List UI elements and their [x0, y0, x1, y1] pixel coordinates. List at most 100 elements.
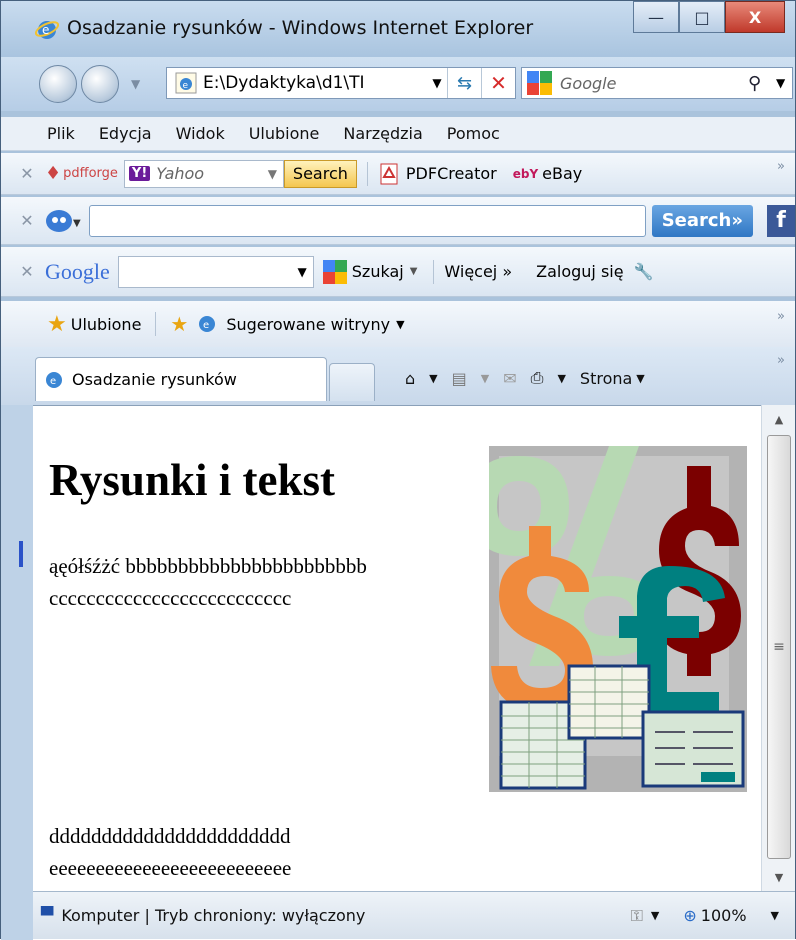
menu-narzedzia[interactable]: Narzędzia	[343, 124, 422, 143]
yahoo-dropdown-icon[interactable]: ▼	[268, 167, 277, 181]
address-text[interactable]: E:\Dydaktyka\d1\TI	[203, 73, 427, 93]
close-button[interactable]: X	[725, 1, 785, 33]
ie-page-icon: e	[199, 316, 216, 332]
address-bar[interactable]: e E:\Dydaktyka\d1\TI ▼ ⇆ ✕	[166, 67, 516, 99]
search-dropdown-icon[interactable]: ▼	[776, 76, 792, 90]
yahoo-logo-icon: Y!	[128, 166, 151, 181]
svg-text:▼: ▼	[73, 218, 81, 229]
menu-widok[interactable]: Widok	[176, 124, 225, 143]
search-placeholder[interactable]: Google	[560, 74, 748, 93]
rss-icon[interactable]: ▤	[452, 369, 467, 388]
add-favorite-icon[interactable]: ★	[170, 312, 188, 336]
window-title: Osadzanie rysunków - Windows Internet Ex…	[67, 17, 534, 39]
search-box[interactable]: Google ⚲ ▼	[521, 67, 793, 99]
more-chevron-icon[interactable]: »	[777, 353, 785, 368]
minimize-button[interactable]: —	[633, 1, 679, 33]
pdfcreator-icon	[380, 163, 398, 184]
vertical-scrollbar[interactable]: ▲ ≡ ▼	[761, 405, 795, 891]
print-dropdown-icon[interactable]: ▼	[557, 372, 565, 385]
window-edge-marker	[19, 541, 23, 567]
sugerowane-dropdown-icon[interactable]: ▼	[396, 318, 404, 331]
divider	[433, 259, 435, 284]
security-dropdown-icon[interactable]: ▼	[651, 909, 659, 922]
tab-label: Osadzanie rysunków	[72, 370, 237, 389]
refresh-icon[interactable]: ⇆	[447, 68, 481, 98]
window-left-frame	[1, 405, 33, 940]
zone-status-text: Komputer | Tryb chroniony: wyłączony	[61, 906, 366, 925]
security-icon[interactable]: ⚿	[631, 906, 643, 926]
zoom-dropdown-icon[interactable]: ▼	[771, 909, 779, 922]
browser-window: e Osadzanie rysunków - Windows Internet …	[0, 0, 796, 940]
sugerowane-witryny-button[interactable]: Sugerowane witryny	[226, 315, 390, 334]
finance-clipart-image	[489, 446, 747, 792]
pdfcreator-button[interactable]: PDFCreator	[406, 164, 497, 183]
menu-edycja[interactable]: Edycja	[99, 124, 152, 143]
bing-search-button[interactable]: Search»	[651, 204, 753, 237]
scroll-up-icon[interactable]: ▲	[762, 405, 796, 433]
title-bar: e Osadzanie rysunków - Windows Internet …	[1, 1, 795, 57]
stop-icon[interactable]: ✕	[481, 68, 515, 98]
menu-plik[interactable]: Plik	[47, 124, 75, 143]
mail-icon[interactable]: ✉	[503, 369, 516, 388]
ebay-icon: ebY	[512, 166, 539, 181]
close-toolbar-icon[interactable]: ✕	[9, 262, 45, 281]
zoom-icon[interactable]: ⊕	[683, 906, 696, 925]
close-toolbar-icon[interactable]: ✕	[9, 211, 45, 230]
divider	[155, 312, 157, 336]
svg-text:e: e	[42, 23, 49, 37]
tab-osadzanie-rysunkow[interactable]: e Osadzanie rysunków	[35, 357, 327, 401]
tab-row: e Osadzanie rysunków ⌂ ▼ ▤ ▼ ✉ ⎙ ▼ Strona ▼ …	[1, 347, 795, 405]
zoom-level[interactable]: 100%	[701, 906, 747, 925]
google-search-input[interactable]: ▼	[117, 255, 314, 288]
yahoo-placeholder[interactable]: Yahoo	[156, 164, 261, 183]
scroll-thumb[interactable]: ≡	[767, 435, 791, 859]
status-bar: ▀ Komputer | Tryb chroniony: wyłączony ⚿…	[33, 891, 795, 939]
google-logo: Google	[45, 258, 110, 284]
menu-ulubione[interactable]: Ulubione	[249, 124, 320, 143]
close-toolbar-icon[interactable]: ✕	[9, 164, 45, 183]
back-icon[interactable]	[39, 65, 77, 103]
more-chevron-icon[interactable]: »	[777, 159, 785, 174]
wrench-icon[interactable]: 🔧	[634, 262, 654, 281]
ulubione-button[interactable]: Ulubione	[71, 315, 142, 334]
facebook-icon[interactable]: f	[767, 204, 795, 237]
page-icon: e	[175, 72, 197, 94]
strona-dropdown-icon[interactable]: ▼	[636, 372, 644, 385]
ie-icon: e	[46, 371, 62, 388]
divider	[366, 161, 368, 186]
bing-bar-logo-icon[interactable]: ▼	[45, 206, 81, 236]
szukaj-dropdown-icon[interactable]: ▼	[410, 266, 418, 277]
forward-icon[interactable]	[81, 65, 119, 103]
wiecej-button[interactable]: Więcej »	[444, 262, 512, 281]
new-tab-button[interactable]	[329, 363, 375, 401]
svg-text:e: e	[50, 376, 56, 387]
scroll-down-icon[interactable]: ▼	[762, 863, 796, 891]
home-icon[interactable]: ⌂	[405, 369, 415, 388]
text-line-4: eeeeeeeeeeeeeeeeeeeeeeeeee	[49, 856, 292, 880]
strona-button[interactable]: Strona	[580, 369, 632, 388]
rss-dropdown-icon[interactable]: ▼	[481, 372, 489, 385]
favorites-bar: ★ Ulubione ★ e Sugerowane witryny ▼ »	[1, 301, 795, 347]
search-icon[interactable]: ⚲	[748, 73, 776, 94]
bing-search-input[interactable]	[89, 204, 646, 237]
pdfforge-logo[interactable]: ♦ pdfforge	[45, 163, 118, 184]
ie-icon: e	[35, 21, 59, 39]
bing-toolbar: ✕ ▼ Search» f	[1, 197, 795, 245]
print-icon[interactable]: ⎙	[531, 368, 544, 388]
zaloguj-button[interactable]: Zaloguj się	[536, 262, 623, 281]
address-dropdown-icon[interactable]: ▼	[427, 76, 447, 90]
home-dropdown-icon[interactable]: ▼	[429, 372, 437, 385]
maximize-button[interactable]: □	[679, 1, 725, 33]
page-content: Rysunki i tekst ąęółśźżć bbbbbbbbbbbbbbb…	[33, 405, 761, 891]
more-chevron-icon[interactable]: »	[777, 309, 785, 324]
google-dropdown-icon[interactable]: ▼	[298, 265, 307, 279]
recent-pages-chevron-icon[interactable]: ▼	[131, 77, 140, 91]
menu-pomoc[interactable]: Pomoc	[447, 124, 500, 143]
yahoo-search-field[interactable]: Y! Yahoo ▼	[123, 159, 284, 188]
menu-bar: Plik Edycja Widok Ulubione Narzędzia Pom…	[1, 117, 795, 151]
szukaj-button[interactable]: Szukaj	[352, 262, 404, 281]
pdfforge-toolbar: ✕ ♦ pdfforge Y! Yahoo ▼ Search PDFCreator…	[1, 153, 795, 195]
favorites-star-icon[interactable]: ★	[47, 312, 67, 337]
ebay-button[interactable]: eBay	[542, 164, 582, 183]
yahoo-search-button[interactable]: Search	[283, 159, 357, 188]
